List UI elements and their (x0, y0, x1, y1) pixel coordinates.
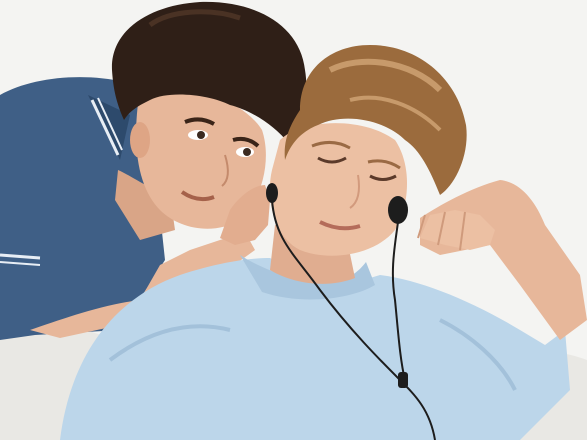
left-pupil-1 (197, 131, 205, 139)
left-pupil-2 (243, 148, 251, 156)
earpiece (388, 196, 408, 224)
photo-illustration (0, 0, 587, 440)
left-ear (130, 122, 150, 158)
photo-scene (0, 0, 587, 440)
cable-splitter (398, 372, 408, 388)
